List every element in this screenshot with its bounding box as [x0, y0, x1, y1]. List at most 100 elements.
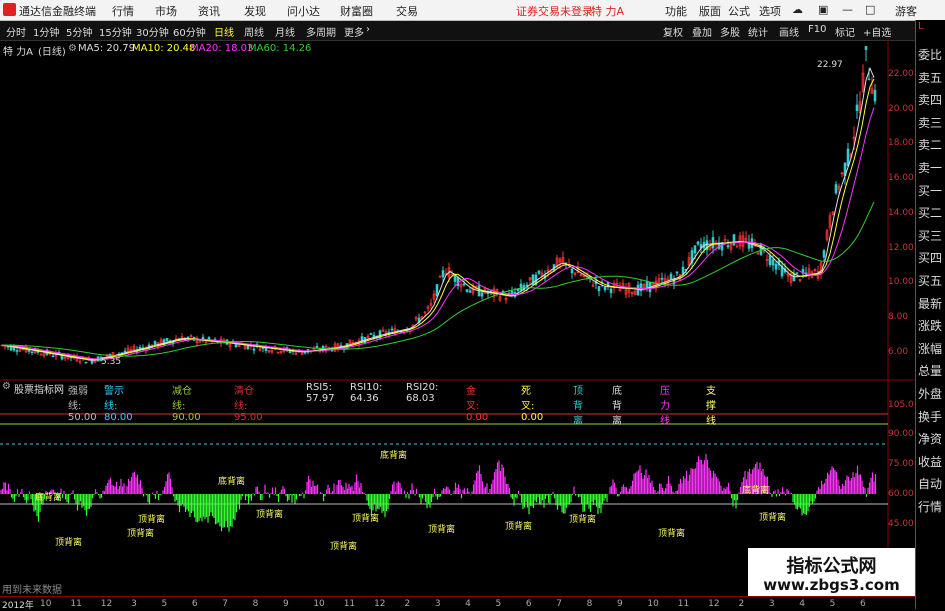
watermark: 指标公式网 www.zbgs3.com — [748, 548, 915, 596]
candle-body — [675, 271, 679, 274]
period-tab-60min[interactable]: 60分钟 — [173, 24, 206, 39]
candle-body — [771, 259, 775, 266]
candle-body — [468, 290, 472, 293]
side-panel-item[interactable]: 卖二 — [918, 136, 945, 153]
date-axis-tick: 7 — [222, 599, 228, 609]
date-axis-tick: 12 — [100, 599, 113, 609]
date-axis-tick: 9 — [282, 599, 289, 609]
side-panel-item[interactable]: 涨跌 — [918, 317, 945, 334]
candle-body — [669, 273, 673, 280]
candle-body — [165, 338, 169, 342]
side-panel-item[interactable]: 委比 — [918, 46, 945, 63]
side-panel-item[interactable]: 买二 — [918, 204, 945, 221]
menu-markets[interactable]: 市场 — [155, 3, 177, 19]
top-divergence-label: 顶背离 — [256, 510, 284, 520]
price-axis-tick: 10.00 — [888, 277, 914, 288]
maximize-icon[interactable]: □ — [865, 3, 875, 16]
period-tab-5min[interactable]: 5分钟 — [66, 24, 92, 39]
menu-function[interactable]: 功能 — [665, 3, 687, 19]
date-axis-tick: 9 — [617, 599, 623, 609]
price-axis-tick: 22.00 — [888, 69, 914, 79]
candle-body — [696, 241, 700, 245]
period-tab-15min[interactable]: 15分钟 — [99, 24, 132, 39]
menu-layout[interactable]: 版面 — [699, 3, 721, 19]
menu-market[interactable]: 行情 — [112, 3, 134, 19]
login-notice[interactable]: 证券交易未登录 — [516, 3, 593, 19]
period-tab-weekly[interactable]: 周线 — [244, 24, 264, 39]
menu-ask[interactable]: 问小达 — [287, 3, 320, 19]
period-tab-daily[interactable]: 日线 — [214, 24, 234, 39]
period-tab-more[interactable]: 更多 — [344, 24, 364, 39]
side-panel-item[interactable]: 卖五 — [918, 69, 945, 86]
watermark-url: www.zbgs3.com — [763, 576, 900, 594]
side-panel-item[interactable]: 最新 — [918, 295, 945, 312]
side-panel-item[interactable]: 买一 — [918, 182, 945, 199]
title-bar: 通达信金融终端 行情 市场 资讯 发现 问小达 财富圈 交易 证券交易未登录 特… — [0, 0, 945, 21]
ma5-line — [1, 66, 875, 361]
side-panel-item[interactable]: 卖一 — [918, 159, 945, 176]
cloud-icon[interactable]: ☁ — [792, 3, 803, 16]
btn-f10[interactable]: F10 — [808, 24, 826, 35]
chat-icon[interactable]: ▣ — [818, 3, 828, 16]
top-divergence-label: 顶背离 — [569, 515, 597, 525]
side-panel-item[interactable]: 总量 — [918, 362, 945, 379]
ma60-line — [2, 201, 875, 357]
btn-restore-rights[interactable]: 复权 — [663, 24, 683, 39]
app-title: 通达信金融终端 — [19, 5, 96, 18]
menu-wealth[interactable]: 财富圈 — [340, 3, 373, 19]
btn-statistics[interactable]: 统计 — [748, 24, 768, 39]
side-panel-item[interactable]: 自动 — [918, 475, 945, 492]
btn-multi-stock[interactable]: 多股 — [720, 24, 740, 39]
period-tab-1min[interactable]: 1分钟 — [33, 24, 59, 39]
side-panel-item[interactable]: 买五 — [918, 272, 945, 289]
period-tab-30min[interactable]: 30分钟 — [136, 24, 169, 39]
candle-body — [864, 46, 868, 50]
candle-body — [711, 237, 715, 249]
chevron-right-icon[interactable]: › — [366, 24, 370, 35]
guest-label[interactable]: 游客 — [895, 3, 917, 19]
side-panel-item[interactable]: 换手 — [918, 408, 945, 425]
minimize-icon[interactable]: — — [842, 3, 853, 16]
side-panel-item[interactable]: 卖三 — [918, 114, 945, 131]
year-label: 2012年 — [2, 601, 34, 611]
panel-l-label: L — [918, 21, 924, 32]
candle-body — [84, 361, 88, 364]
date-axis-tick: 3 — [131, 599, 137, 609]
candle-body — [846, 148, 850, 167]
btn-add-favorite[interactable]: +自选 — [863, 24, 891, 39]
side-panel-item[interactable]: 外盘 — [918, 385, 945, 402]
candle-body — [123, 350, 127, 353]
menu-formula[interactable]: 公式 — [728, 3, 750, 19]
btn-draw-line[interactable]: 画线 — [779, 24, 799, 39]
side-panel-item[interactable]: 净资 — [918, 430, 945, 447]
btn-mark[interactable]: 标记 — [835, 24, 855, 39]
indicator-settings-icon[interactable]: ⚙ — [2, 381, 11, 392]
candle-body — [369, 333, 373, 335]
period-tab-monthly[interactable]: 月线 — [275, 24, 295, 39]
price-axis: 22.00 20.00 18.00 16.00 14.00 12.00 10.00 8.00 6… — [888, 40, 915, 380]
date-axis-tick: 10 — [40, 599, 52, 609]
menu-news[interactable]: 资讯 — [198, 3, 220, 19]
menu-discover[interactable]: 发现 — [244, 3, 266, 19]
period-tab-multi[interactable]: 多周期 — [306, 24, 336, 39]
candle-body — [774, 263, 778, 270]
menu-trade[interactable]: 交易 — [396, 3, 418, 19]
side-panel-item[interactable]: 收益 — [918, 453, 945, 470]
candle-body — [720, 242, 724, 251]
side-panel-item[interactable]: 行情 — [918, 498, 945, 515]
indicator-info-line: ⚙ 股票指标网 强弱线: 50.00 警示线: 80.00 减仓线: 90.00 清仓… — [0, 380, 915, 427]
ma10-line — [1, 78, 875, 361]
date-axis-tick: 12 — [374, 599, 386, 609]
candle-body — [768, 255, 772, 266]
side-panel-item[interactable]: 卖四 — [918, 91, 945, 108]
side-panel-item[interactable]: 涨幅 — [918, 340, 945, 357]
side-panel-item[interactable]: 买四 — [918, 249, 945, 266]
btn-overlay[interactable]: 叠加 — [692, 24, 712, 39]
period-tab-intraday[interactable]: 分时 — [6, 24, 26, 39]
candle-body — [855, 104, 859, 112]
side-panel-item[interactable]: 买三 — [918, 227, 945, 244]
date-axis-tick: 8 — [586, 599, 593, 609]
bottom-divergence-label: 底背离 — [35, 493, 63, 503]
candle-body — [597, 286, 601, 292]
menu-options[interactable]: 选项 — [759, 3, 781, 19]
